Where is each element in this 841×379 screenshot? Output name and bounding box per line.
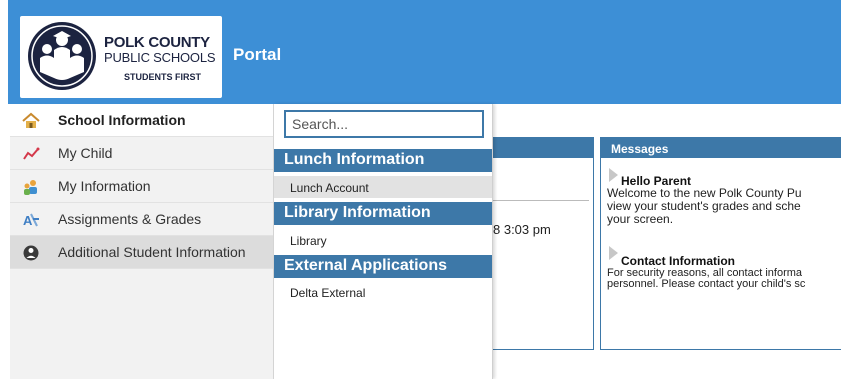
portal-header: POLK COUNTY PUBLIC SCHOOLS STUDENTS FIRS… xyxy=(8,0,841,104)
logo-tagline: STUDENTS FIRST xyxy=(124,72,202,82)
sidebar-item-label: Additional Student Information xyxy=(58,244,246,260)
section-header-external-applications: External Applications xyxy=(274,255,492,278)
assignments-icon: A xyxy=(23,213,39,228)
menu-item-lunch-account[interactable]: Lunch Account xyxy=(274,176,492,198)
message-body-line: personnel. Please contact your child's s… xyxy=(607,278,806,290)
home-icon xyxy=(22,112,40,128)
sidebar-item-school-information[interactable]: School Information xyxy=(10,104,273,137)
menu-item-library[interactable]: Library xyxy=(274,229,492,251)
sidebar-item-additional-student-information[interactable]: Additional Student Information xyxy=(10,236,273,269)
section-header-library: Library Information xyxy=(274,202,492,225)
sidebar-item-label: School Information xyxy=(58,112,186,128)
message-body-line: your screen. xyxy=(607,212,674,226)
globe-icon xyxy=(23,245,39,261)
district-logo-icon xyxy=(28,22,96,90)
sidebar-item-my-child[interactable]: My Child xyxy=(10,137,273,170)
main-panel-divider xyxy=(493,200,589,201)
page-title: Portal xyxy=(233,45,282,64)
last-login-timestamp: 8 3:03 pm xyxy=(493,222,551,237)
sidebar-nav: School Information My Child My Informati… xyxy=(10,104,274,379)
expand-triangle-icon[interactable] xyxy=(609,246,618,260)
expand-triangle-icon[interactable] xyxy=(609,168,618,182)
sidebar-item-label: My Information xyxy=(58,178,151,194)
chart-icon xyxy=(23,147,40,160)
logo-text-line2: PUBLIC SCHOOLS xyxy=(104,50,216,65)
messages-panel-header: Messages xyxy=(601,138,841,158)
messages-panel: Messages Hello Parent Welcome to the new… xyxy=(600,137,841,350)
search-input[interactable] xyxy=(284,110,484,138)
sidebar-item-label: My Child xyxy=(58,145,113,161)
sidebar-item-label: Assignments & Grades xyxy=(58,211,202,227)
logo-text-line1: POLK COUNTY xyxy=(104,34,210,51)
district-logo[interactable]: POLK COUNTY PUBLIC SCHOOLS STUDENTS FIRS… xyxy=(20,16,222,98)
people-icon xyxy=(24,180,37,195)
message-title[interactable]: Contact Information xyxy=(621,254,735,268)
section-header-lunch: Lunch Information xyxy=(274,149,492,172)
sidebar-item-assignments-grades[interactable]: A Assignments & Grades xyxy=(10,203,273,236)
menu-item-delta-external[interactable]: Delta External xyxy=(274,281,492,303)
additional-info-dropdown: Lunch Information Lunch Account Library … xyxy=(274,104,493,379)
sidebar-item-my-information[interactable]: My Information xyxy=(10,170,273,203)
